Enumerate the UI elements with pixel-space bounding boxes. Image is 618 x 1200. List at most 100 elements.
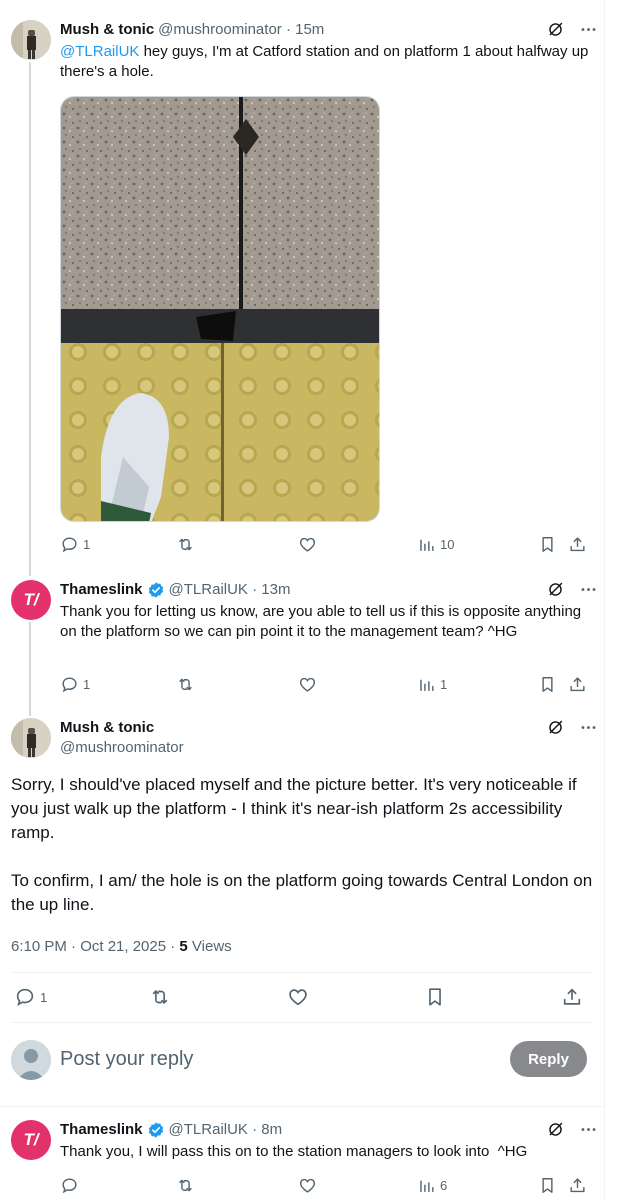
my-avatar[interactable] bbox=[11, 1040, 51, 1080]
reply-action[interactable] bbox=[60, 1176, 79, 1195]
retweet-icon bbox=[176, 675, 195, 694]
retweet-icon bbox=[176, 535, 195, 554]
tweet-header: Thameslink @TLRailUK · 13m bbox=[60, 580, 290, 600]
tweet-top-icons bbox=[546, 20, 598, 39]
more-icon[interactable] bbox=[579, 1120, 598, 1139]
avatar-thameslink[interactable]: T/ bbox=[11, 580, 51, 620]
main-tweet-text: Sorry, I should've placed myself and the… bbox=[11, 773, 596, 917]
verified-icon bbox=[147, 581, 165, 599]
retweet-action[interactable] bbox=[149, 986, 171, 1008]
bookmark-action[interactable] bbox=[538, 675, 557, 694]
like-icon bbox=[287, 986, 309, 1008]
author-handle[interactable]: @TLRailUK · 13m bbox=[169, 580, 291, 600]
main-paragraph-1: Sorry, I should've placed myself and the… bbox=[11, 775, 577, 842]
tweet-header: Mush & tonic @mushroominator · 15m bbox=[60, 20, 324, 40]
views-icon bbox=[417, 535, 436, 554]
views-label: Views bbox=[187, 938, 232, 955]
avatar-photo bbox=[11, 718, 51, 758]
bookmark-icon bbox=[538, 675, 557, 694]
divider bbox=[11, 972, 593, 973]
author-handle[interactable]: @mushroominator bbox=[60, 738, 184, 758]
views-count: 6 bbox=[440, 1178, 448, 1193]
reply-icon bbox=[60, 675, 79, 694]
tweet-photo[interactable] bbox=[60, 96, 380, 522]
share-action[interactable] bbox=[568, 675, 587, 694]
reply-action[interactable]: 1 bbox=[14, 986, 47, 1008]
views-number: 5 bbox=[179, 938, 188, 955]
retweet-action[interactable] bbox=[176, 535, 195, 554]
avatar-thameslink[interactable]: T/ bbox=[11, 1120, 51, 1160]
grok-icon[interactable] bbox=[546, 20, 565, 39]
reply-input[interactable]: Post your reply bbox=[60, 1046, 500, 1072]
like-action[interactable] bbox=[298, 675, 317, 694]
author-name[interactable]: Thameslink bbox=[60, 1120, 143, 1140]
more-icon[interactable] bbox=[579, 20, 598, 39]
divider bbox=[11, 1022, 593, 1023]
like-icon bbox=[298, 1176, 317, 1195]
author-name[interactable]: Mush & tonic bbox=[60, 20, 154, 40]
reply-action[interactable]: 1 bbox=[60, 675, 90, 694]
like-action[interactable] bbox=[298, 535, 317, 554]
right-border bbox=[604, 0, 605, 1200]
tweet-top-icons bbox=[546, 1120, 598, 1139]
thameslink-logo: T/ bbox=[23, 590, 39, 609]
views-action[interactable]: 6 bbox=[417, 1176, 447, 1195]
author-handle[interactable]: @TLRailUK · 8m bbox=[169, 1120, 283, 1140]
tweet-text: Thank you, I will pass this on to the st… bbox=[60, 1143, 528, 1160]
bookmark-action[interactable] bbox=[424, 986, 446, 1008]
grok-icon[interactable] bbox=[546, 1120, 565, 1139]
bookmark-action[interactable] bbox=[538, 1176, 557, 1195]
author-name[interactable]: Thameslink bbox=[60, 580, 143, 600]
views-action[interactable]: 1 bbox=[417, 675, 447, 694]
share-icon bbox=[568, 675, 587, 694]
thread-connector bbox=[29, 622, 31, 716]
avatar-mush-tonic[interactable] bbox=[11, 20, 51, 60]
bookmark-action[interactable] bbox=[538, 535, 557, 554]
reply-button[interactable]: Reply bbox=[510, 1041, 587, 1077]
main-timestamp: 6:10 PM · Oct 21, 2025 · 5 Views bbox=[11, 937, 232, 957]
reply-icon bbox=[60, 535, 79, 554]
tweet-top-icons bbox=[546, 580, 598, 599]
bookmark-icon bbox=[538, 535, 557, 554]
share-action[interactable] bbox=[568, 1176, 587, 1195]
author-name[interactable]: Mush & tonic bbox=[60, 718, 154, 738]
timestamp-text[interactable]: 6:10 PM · Oct 21, 2025 · bbox=[11, 938, 179, 955]
views-count: 10 bbox=[440, 537, 455, 552]
reply-icon bbox=[14, 986, 36, 1008]
main-paragraph-2: To confirm, I am/ the hole is on the pla… bbox=[11, 871, 593, 914]
tweet-text: @TLRailUK hey guys, I'm at Catford stati… bbox=[60, 42, 600, 82]
reply-action[interactable]: 1 bbox=[60, 535, 90, 554]
main-actions: 1 bbox=[11, 986, 596, 1010]
grok-icon[interactable] bbox=[546, 580, 565, 599]
thameslink-logo: T/ bbox=[23, 1130, 39, 1149]
views-icon bbox=[417, 1176, 436, 1195]
author-handle[interactable]: @mushroominator · 15m bbox=[158, 20, 324, 40]
verified-icon bbox=[147, 1121, 165, 1139]
share-icon bbox=[568, 1176, 587, 1195]
grok-icon[interactable] bbox=[546, 718, 565, 737]
like-icon bbox=[298, 675, 317, 694]
like-action[interactable] bbox=[298, 1176, 317, 1195]
views-action[interactable]: 10 bbox=[417, 535, 454, 554]
more-icon[interactable] bbox=[579, 718, 598, 737]
retweet-icon bbox=[149, 986, 171, 1008]
retweet-action[interactable] bbox=[176, 1176, 195, 1195]
main-author-handle: @mushroominator bbox=[60, 738, 184, 758]
share-icon bbox=[568, 535, 587, 554]
more-icon[interactable] bbox=[579, 580, 598, 599]
tweet-text: Thank you for letting us know, are you a… bbox=[60, 603, 582, 640]
tweet-text-body: hey guys, I'm at Catford station and on … bbox=[60, 43, 589, 80]
bookmark-icon bbox=[424, 986, 446, 1008]
tweet-header: Thameslink @TLRailUK · 8m bbox=[60, 1120, 282, 1140]
retweet-action[interactable] bbox=[176, 675, 195, 694]
share-action[interactable] bbox=[561, 986, 583, 1008]
mention-link[interactable]: @TLRailUK bbox=[60, 43, 139, 60]
share-icon bbox=[561, 986, 583, 1008]
reply-count: 1 bbox=[83, 677, 91, 692]
avatar-photo bbox=[11, 20, 51, 60]
share-action[interactable] bbox=[568, 535, 587, 554]
bookmark-icon bbox=[538, 1176, 557, 1195]
avatar-mush-tonic[interactable] bbox=[11, 718, 51, 758]
views-count: 1 bbox=[440, 677, 448, 692]
like-action[interactable] bbox=[287, 986, 309, 1008]
